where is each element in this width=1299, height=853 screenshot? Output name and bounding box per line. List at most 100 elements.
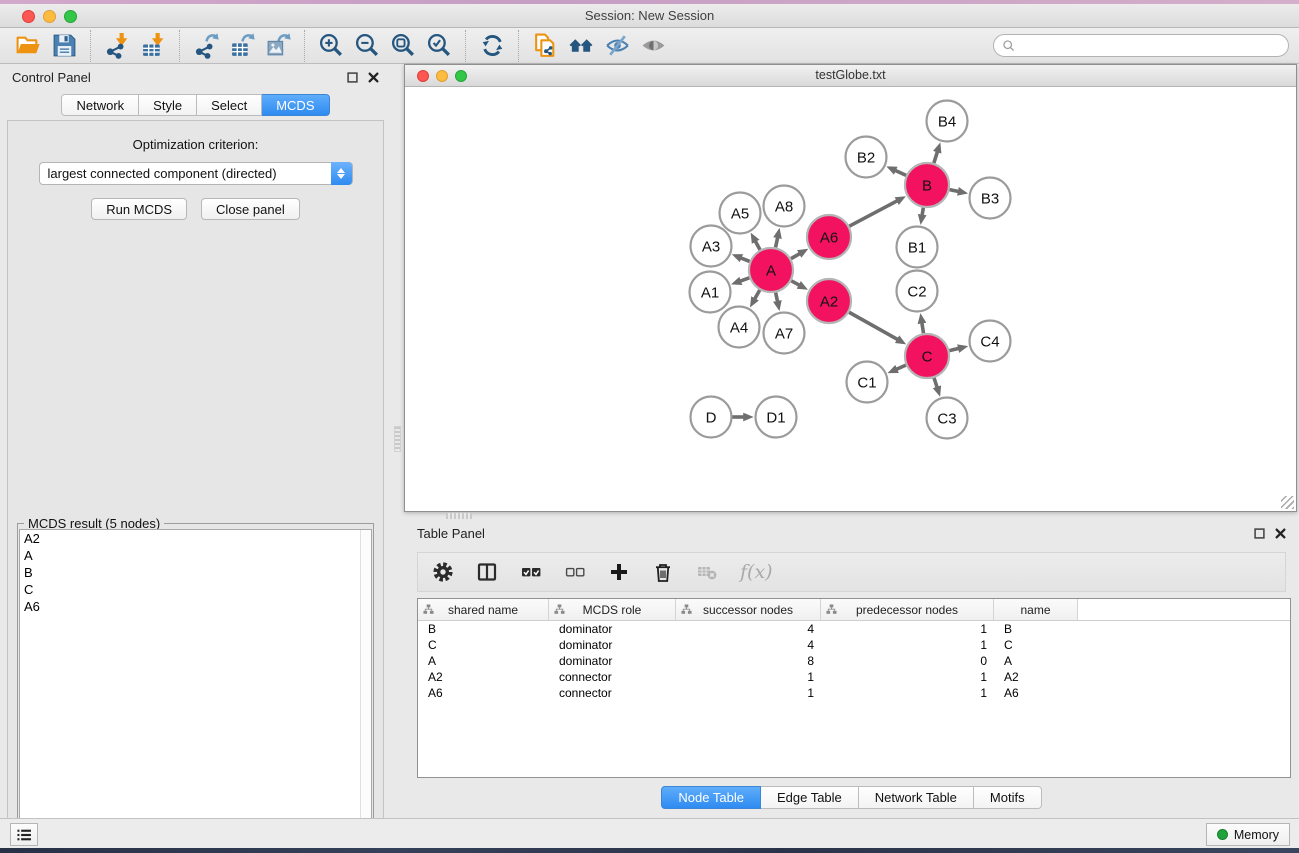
mcds-result-item[interactable]: C: [20, 581, 371, 598]
search-input[interactable]: [1020, 39, 1280, 53]
vertical-splitter[interactable]: [391, 64, 404, 818]
graph-edge-A2-C[interactable]: [849, 312, 898, 340]
tab-node-table[interactable]: Node Table: [661, 786, 761, 809]
column-header-name[interactable]: name: [994, 599, 1078, 620]
delete-table-button[interactable]: [696, 560, 718, 585]
mcds-result-item[interactable]: B: [20, 564, 371, 581]
search-box[interactable]: [993, 34, 1289, 57]
duplicate-network-button[interactable]: [527, 30, 563, 62]
mcds-result-item[interactable]: A: [20, 547, 371, 564]
graph-node-A[interactable]: A: [749, 248, 793, 292]
run-mcds-button[interactable]: Run MCDS: [91, 198, 187, 220]
graph-node-C4[interactable]: C4: [970, 321, 1011, 362]
graph-node-A2[interactable]: A2: [807, 279, 851, 323]
home-houses-button[interactable]: [563, 30, 599, 62]
table-row[interactable]: Bdominator41B: [418, 621, 1290, 637]
save-session-button[interactable]: [46, 30, 82, 62]
graph-node-A8[interactable]: A8: [764, 186, 805, 227]
table-row[interactable]: Adominator80A: [418, 653, 1290, 669]
column-header-successor-nodes[interactable]: successor nodes: [676, 599, 821, 620]
export-network-button[interactable]: [188, 30, 224, 62]
optimization-criterion-dropdown[interactable]: largest connected component (directed): [39, 162, 353, 185]
tab-network[interactable]: Network: [61, 94, 139, 116]
memory-button[interactable]: Memory: [1206, 823, 1290, 846]
close-table-panel-icon[interactable]: [1275, 528, 1286, 539]
graph-edge-B-B3[interactable]: [950, 190, 960, 192]
float-table-panel-icon[interactable]: [1254, 528, 1265, 539]
close-panel-button[interactable]: Close panel: [201, 198, 300, 220]
tab-mcds[interactable]: MCDS: [262, 94, 329, 116]
hide-visibility-button[interactable]: [599, 30, 635, 62]
graph-node-A3[interactable]: A3: [691, 226, 732, 267]
close-panel-icon[interactable]: [368, 72, 379, 83]
graph-node-A5[interactable]: A5: [720, 193, 761, 234]
horizontal-splitter-grip[interactable]: [446, 513, 472, 519]
table-row[interactable]: A2connector11A2: [418, 669, 1290, 685]
resize-grip-icon[interactable]: [1281, 496, 1294, 509]
mcds-result-item[interactable]: A2: [20, 530, 371, 547]
graph-node-C3[interactable]: C3: [927, 398, 968, 439]
graph-node-B1[interactable]: B1: [897, 227, 938, 268]
import-network-button[interactable]: [99, 30, 135, 62]
graph-edge-A-A4[interactable]: [754, 290, 759, 299]
import-table-button[interactable]: [135, 30, 171, 62]
table-row[interactable]: A6connector11A6: [418, 685, 1290, 701]
zoom-selected-button[interactable]: [421, 30, 457, 62]
graph-node-D[interactable]: D: [691, 397, 732, 438]
graph-node-A7[interactable]: A7: [764, 313, 805, 354]
graph-edge-B-B4[interactable]: [934, 151, 938, 163]
zoom-in-button[interactable]: [313, 30, 349, 62]
graph-edge-B-B1[interactable]: [922, 208, 923, 216]
open-file-button[interactable]: [10, 30, 46, 62]
column-header-predecessor-nodes[interactable]: predecessor nodes: [821, 599, 994, 620]
graph-node-D1[interactable]: D1: [756, 397, 797, 438]
select-all-button[interactable]: [520, 557, 542, 587]
tab-select[interactable]: Select: [197, 94, 262, 116]
tab-edge-table[interactable]: Edge Table: [761, 786, 859, 809]
zoom-out-button[interactable]: [349, 30, 385, 62]
float-panel-icon[interactable]: [347, 72, 358, 83]
graph-edge-C-C2[interactable]: [922, 322, 924, 333]
graph-edge-A-A8[interactable]: [776, 237, 778, 248]
deselect-all-button[interactable]: [564, 557, 586, 587]
export-image-button[interactable]: [260, 30, 296, 62]
mcds-result-list[interactable]: A2ABCA6: [19, 529, 372, 853]
graph-node-C[interactable]: C: [905, 334, 949, 378]
export-table-button[interactable]: [224, 30, 260, 62]
graph-edge-A-A3[interactable]: [740, 258, 749, 262]
show-visibility-button[interactable]: [635, 30, 671, 62]
result-list-scrollbar[interactable]: [360, 530, 371, 853]
graph-edge-A-A2[interactable]: [791, 281, 800, 286]
graph-node-B4[interactable]: B4: [927, 101, 968, 142]
network-window-titlebar[interactable]: testGlobe.txt: [405, 65, 1296, 87]
graph-node-A4[interactable]: A4: [719, 307, 760, 348]
vertical-splitter-grip[interactable]: [394, 426, 401, 452]
gear-button[interactable]: [432, 557, 454, 587]
graph-edge-A-A6[interactable]: [791, 253, 800, 258]
split-table-button[interactable]: [476, 557, 498, 587]
graph-node-A1[interactable]: A1: [690, 272, 731, 313]
function-builder-button[interactable]: f(x): [740, 561, 773, 583]
graph-node-A6[interactable]: A6: [807, 215, 851, 259]
graph-node-C2[interactable]: C2: [897, 271, 938, 312]
tab-motifs[interactable]: Motifs: [974, 786, 1042, 809]
task-history-button[interactable]: [10, 823, 38, 846]
tab-network-table[interactable]: Network Table: [859, 786, 974, 809]
refresh-layout-button[interactable]: [474, 30, 510, 62]
graph-edge-C-C1[interactable]: [896, 365, 906, 369]
graph-edge-A-A7[interactable]: [776, 293, 778, 303]
table-row[interactable]: Cdominator41C: [418, 637, 1290, 653]
graph-edge-C-C4[interactable]: [949, 348, 959, 350]
network-canvas[interactable]: AA1A2A3A4A5A6A7A8BB1B2B3B4CC1C2C3C4DD1: [406, 88, 1295, 511]
mcds-result-item[interactable]: A6: [20, 598, 371, 615]
tab-style[interactable]: Style: [139, 94, 197, 116]
zoom-fit-button[interactable]: [385, 30, 421, 62]
graph-edge-A6-B[interactable]: [849, 200, 898, 226]
column-header-MCDS-role[interactable]: MCDS role: [549, 599, 676, 620]
column-header-shared-name[interactable]: shared name: [418, 599, 549, 620]
graph-node-B3[interactable]: B3: [970, 178, 1011, 219]
graph-node-B[interactable]: B: [905, 163, 949, 207]
graph-edge-C-C3[interactable]: [934, 378, 937, 388]
graph-node-C1[interactable]: C1: [847, 362, 888, 403]
delete-column-button[interactable]: [652, 557, 674, 587]
